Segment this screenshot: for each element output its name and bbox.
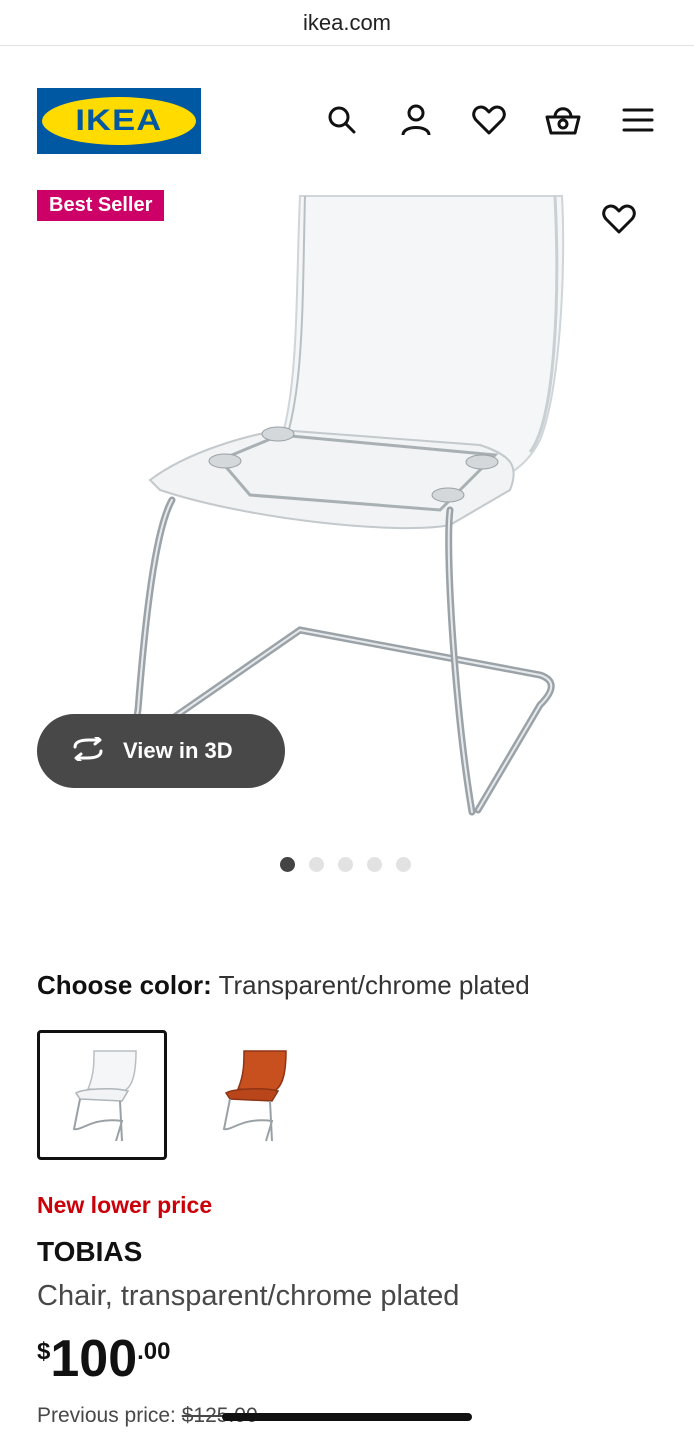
gallery-dot[interactable] — [309, 857, 324, 872]
rotate-3d-icon — [69, 734, 107, 766]
previous-price-label: Previous price: — [37, 1404, 182, 1427]
home-indicator[interactable] — [222, 1413, 472, 1421]
account-icon[interactable] — [398, 102, 434, 138]
search-icon[interactable] — [324, 102, 360, 138]
view-in-3d-label: View in 3D — [123, 738, 233, 763]
color-swatches — [37, 1030, 317, 1160]
gallery-dot[interactable] — [280, 857, 295, 872]
basket-icon[interactable] — [545, 102, 581, 138]
gallery-pagination — [280, 857, 411, 872]
product-price: $ 100 .00 — [37, 1332, 171, 1386]
promo-label: New lower price — [37, 1192, 213, 1218]
save-favorite-icon[interactable] — [598, 198, 640, 240]
price-integer: 100 — [50, 1330, 138, 1388]
color-selector-heading: Choose color: Transparent/chrome plated — [37, 970, 530, 1001]
url-bar[interactable]: ikea.com — [0, 0, 694, 46]
price-decimal: .00 — [137, 1338, 171, 1365]
ikea-logo[interactable]: IKEA — [37, 88, 201, 154]
price-currency: $ — [37, 1338, 51, 1365]
swatch-brown-red-chrome[interactable] — [187, 1030, 317, 1160]
best-seller-badge: Best Seller — [37, 190, 165, 221]
product-name: TOBIAS — [37, 1236, 143, 1267]
swatch-orange-chair-image — [222, 1050, 287, 1142]
gallery-dot[interactable] — [338, 857, 353, 872]
gallery-dot[interactable] — [396, 857, 411, 872]
logo-oval: IKEA — [42, 97, 196, 145]
heart-icon[interactable] — [471, 102, 507, 138]
view-in-3d-button[interactable]: View in 3D — [37, 714, 285, 788]
menu-icon[interactable] — [620, 102, 656, 138]
url-text: ikea.com — [302, 9, 392, 35]
gallery-dot[interactable] — [367, 857, 382, 872]
product-gallery[interactable]: Best Seller View in 3D — [0, 190, 694, 910]
logo-text: IKEA — [75, 104, 163, 137]
choose-color-label: Choose color: — [37, 970, 212, 1000]
selected-color-value: Transparent/chrome plated — [218, 970, 530, 1000]
product-description: Chair, transparent/chrome plated — [37, 1280, 460, 1312]
site-header: IKEA — [0, 86, 694, 156]
swatch-transparent-chrome[interactable] — [37, 1030, 167, 1160]
swatch-transparent-chair-image — [72, 1050, 137, 1142]
